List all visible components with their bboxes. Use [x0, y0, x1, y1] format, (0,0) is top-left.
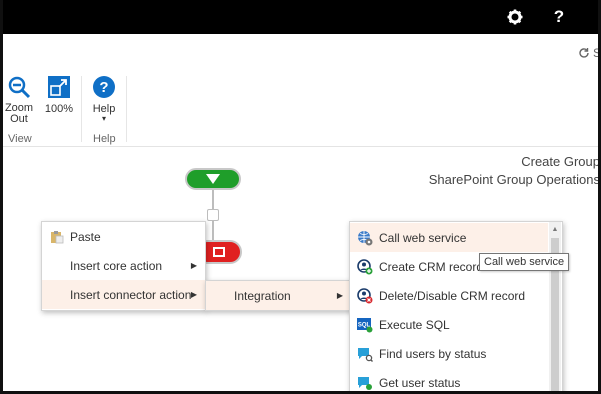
action-get-user-status[interactable]: Get user status	[350, 368, 548, 394]
scroll-up-icon[interactable]: ▲	[549, 224, 561, 234]
insert-point[interactable]	[207, 209, 219, 221]
workflow-title: Create Group SharePoint Group Operations	[429, 153, 600, 189]
find-users-icon	[357, 347, 373, 362]
designer-window: ? S Zoom Out 100% ? Help ▾ View Help Cre…	[0, 0, 601, 394]
action-execute-sql[interactable]: SQL Execute SQL	[350, 310, 548, 339]
suite-bar: ?	[0, 0, 601, 34]
zoom-out-button[interactable]: Zoom Out	[4, 74, 34, 125]
crm-delete-icon	[356, 287, 372, 303]
ribbon-group-view: View	[8, 133, 32, 145]
action-call-web-service[interactable]: Call web service	[350, 223, 548, 252]
action-delete-disable-crm-record[interactable]: Delete/Disable CRM record	[350, 281, 548, 310]
menu-scrollbar[interactable]: ▲	[549, 222, 561, 394]
menu-item-paste[interactable]: Paste	[42, 222, 205, 251]
zoom-out-label: Zoom Out	[4, 102, 34, 125]
connector-submenu: Integration ▶	[205, 280, 352, 311]
menu-item-paste-label: Paste	[70, 229, 101, 244]
ribbon: Zoom Out 100% ? Help ▾ View Help	[0, 70, 601, 147]
context-menu: Paste Insert core action ▶ Insert connec…	[41, 221, 206, 311]
globe-icon	[357, 230, 372, 245]
help-caret-icon: ▾	[101, 114, 106, 123]
start-triangle-icon	[206, 174, 220, 184]
tooltip: Call web service	[479, 253, 570, 271]
sync-label: S	[593, 46, 601, 60]
sync-icon	[579, 48, 589, 58]
action-label: Call web service	[379, 230, 467, 245]
start-node[interactable]	[185, 168, 241, 190]
menu-item-insert-connector-action[interactable]: Insert connector action ▶	[42, 280, 205, 309]
help-circle-icon: ?	[93, 76, 115, 98]
zoom-100-label: 100%	[44, 103, 74, 115]
stop-square-icon	[213, 247, 225, 257]
action-label: Find users by status	[379, 346, 487, 361]
gear-icon	[507, 9, 523, 25]
menu-item-integration[interactable]: Integration ▶	[206, 281, 351, 310]
action-label: Execute SQL	[379, 317, 450, 332]
zoom-out-icon	[8, 76, 31, 99]
workflow-title-line1: Create Group	[521, 154, 600, 169]
ribbon-separator	[126, 76, 127, 142]
ribbon-group-help: Help	[93, 133, 116, 145]
svg-text:?: ?	[99, 79, 108, 96]
command-bar: S	[0, 34, 601, 72]
submenu-arrow-icon: ▶	[336, 291, 343, 300]
ribbon-separator	[81, 76, 82, 142]
menu-item-insert-core-action[interactable]: Insert core action ▶	[42, 251, 205, 280]
ribbon-help-button[interactable]: ? Help ▾	[88, 74, 120, 123]
zoom-100-icon	[48, 76, 70, 98]
menu-item-insert-core-action-label: Insert core action	[70, 258, 163, 273]
action-label: Create CRM record	[379, 259, 484, 274]
crm-create-icon	[356, 258, 372, 274]
zoom-100-button[interactable]: 100%	[42, 74, 76, 115]
menu-item-insert-connector-action-label: Insert connector action	[70, 287, 192, 302]
help-question-icon: ?	[553, 7, 565, 26]
submenu-arrow-icon: ▶	[190, 290, 197, 299]
submenu-arrow-icon: ▶	[190, 261, 197, 270]
integration-actions-menu: Call web service Create CRM record Delet…	[349, 221, 563, 394]
user-status-icon	[357, 376, 372, 390]
action-label: Delete/Disable CRM record	[379, 288, 526, 303]
action-label: Get user status	[379, 375, 461, 390]
workflow-title-line2: SharePoint Group Operations	[428, 172, 600, 187]
action-find-users-by-status[interactable]: Find users by status	[350, 339, 548, 368]
sync-button[interactable]: S	[578, 46, 601, 60]
settings-button[interactable]	[496, 0, 534, 34]
menu-item-integration-label: Integration	[234, 288, 291, 303]
help-button[interactable]: ?	[540, 0, 578, 34]
sql-icon: SQL	[356, 317, 372, 332]
paste-icon	[51, 230, 64, 243]
